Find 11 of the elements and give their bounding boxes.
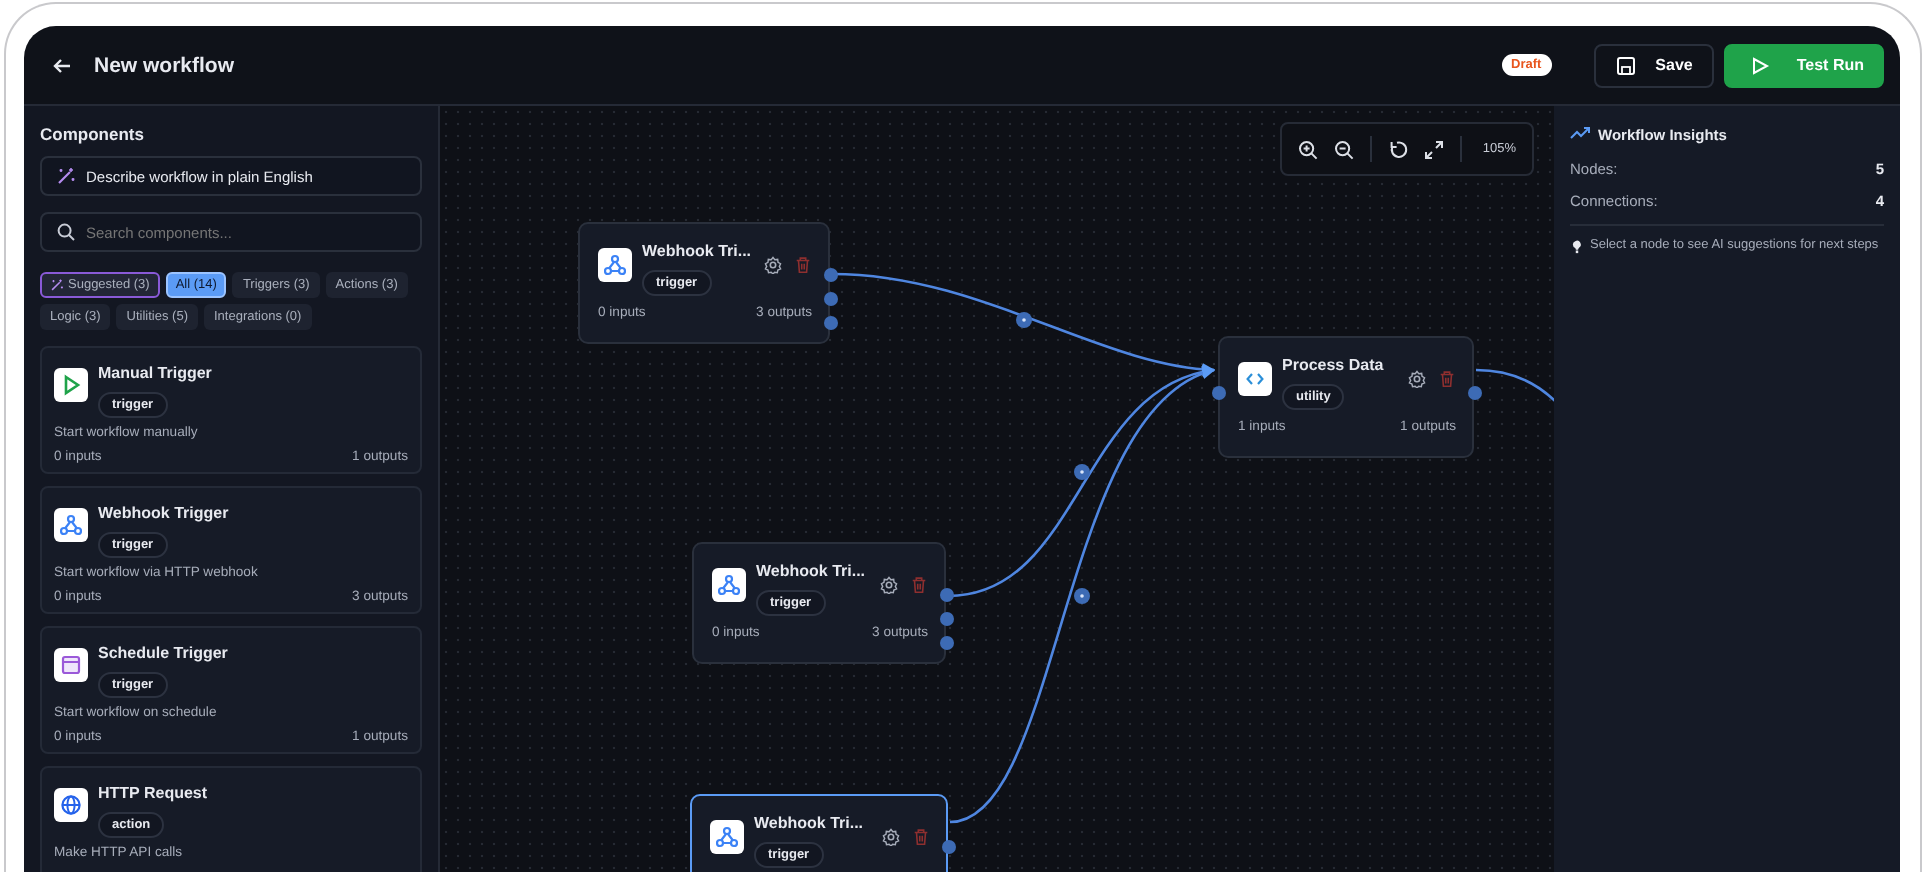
node-title: Process Data — [1282, 356, 1386, 374]
component-name: Manual Trigger — [98, 364, 212, 382]
panel-heading: Components — [40, 124, 146, 144]
node-title: Webhook Tri... — [754, 814, 866, 832]
node-title: Webhook Tri... — [756, 562, 868, 580]
node-title: Webhook Tri... — [642, 242, 754, 260]
page-title: New workflow — [94, 53, 237, 77]
component-name: HTTP Request — [98, 784, 208, 802]
component-name: Webhook Trigger — [98, 504, 229, 522]
save-button[interactable]: Save — [1593, 43, 1715, 87]
component-name: Schedule Trigger — [98, 644, 228, 662]
